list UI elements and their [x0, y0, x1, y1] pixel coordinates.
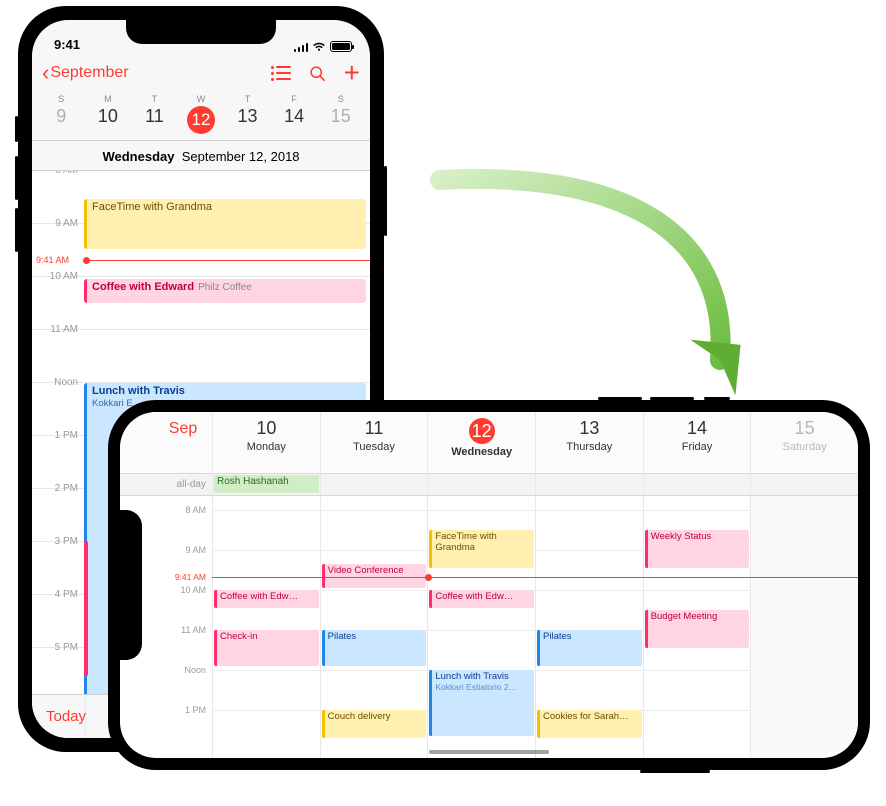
day-col-wed-today[interactable]: 12Wednesday [427, 412, 535, 473]
day-col-fri[interactable]: 14Friday [643, 412, 751, 473]
col-thu[interactable]: Pilates Cookies for Sarah… [535, 496, 643, 758]
event-mon-coffee[interactable]: Coffee with Edw… [214, 590, 319, 608]
list-view-button[interactable] [271, 66, 291, 80]
allday-label: all-day [154, 474, 212, 495]
nav-bar: ‹ September + [32, 54, 370, 92]
event-pink-marker[interactable] [84, 541, 88, 676]
battery-icon [330, 41, 352, 52]
event-tue-pilates[interactable]: Pilates [322, 630, 427, 666]
rotation-arrow-icon [420, 160, 760, 420]
week-header: S9 M10 T11 W12 T13 F14 S15 [32, 92, 370, 141]
add-event-button[interactable]: + [344, 66, 360, 80]
cellular-icon [294, 42, 309, 52]
day-col-mon[interactable]: 10Monday [212, 412, 320, 473]
day-wed-today[interactable]: W12 [178, 94, 225, 134]
col-mon[interactable]: Coffee with Edw… Check-in [212, 496, 320, 758]
now-dot-landscape-icon [425, 574, 432, 581]
search-button[interactable] [309, 65, 326, 82]
back-label: September [50, 64, 128, 82]
now-dot-icon [83, 257, 90, 264]
iphone-landscape: Sep 10Monday 11Tuesday 12Wednesday 13Thu… [108, 400, 870, 770]
selected-date-line: Wednesday September 12, 2018 [32, 141, 370, 171]
col-tue[interactable]: Video Conference Pilates Couch delivery [320, 496, 428, 758]
event-tue-couch[interactable]: Couch delivery [322, 710, 427, 738]
col-wed[interactable]: FaceTime with Grandma Coffee with Edw… L… [427, 496, 535, 758]
chevron-left-icon: ‹ [42, 62, 49, 84]
event-facetime[interactable]: FaceTime with Grandma [84, 199, 366, 249]
week-grid[interactable]: 8 AM 9 AM 10 AM 11 AM Noon 1 PM 9:41 AM [120, 496, 858, 758]
week-header-landscape: Sep 10Monday 11Tuesday 12Wednesday 13Thu… [120, 412, 858, 474]
home-indicator-landscape[interactable] [429, 750, 549, 754]
now-label-landscape: 9:41 AM [173, 572, 208, 582]
status-time: 9:41 [54, 37, 80, 52]
day-sun[interactable]: S9 [38, 94, 85, 134]
today-button[interactable]: Today [46, 708, 86, 725]
day-sat[interactable]: S15 [317, 94, 364, 134]
event-wed-lunch[interactable]: Lunch with Travis Kokkari Estiatorio 2… [429, 670, 534, 736]
event-rosh-hashanah[interactable]: Rosh Hashanah [214, 475, 319, 493]
event-wed-facetime[interactable]: FaceTime with Grandma [429, 530, 534, 568]
col-fri[interactable]: Weekly Status Budget Meeting [643, 496, 751, 758]
now-label: 9:41 AM [32, 255, 69, 265]
day-col-tue[interactable]: 11Tuesday [320, 412, 428, 473]
day-thu[interactable]: T13 [224, 94, 271, 134]
event-tue-video[interactable]: Video Conference [322, 564, 427, 588]
day-tue[interactable]: T11 [131, 94, 178, 134]
event-thu-cookies[interactable]: Cookies for Sarah… [537, 710, 642, 738]
col-sat[interactable] [750, 496, 858, 758]
allday-row: all-day Rosh Hashanah [120, 474, 858, 496]
month-label[interactable]: Sep [154, 412, 212, 473]
back-button[interactable]: ‹ September [42, 62, 129, 84]
wifi-icon [312, 42, 326, 52]
event-thu-pilates[interactable]: Pilates [537, 630, 642, 666]
day-col-thu[interactable]: 13Thursday [535, 412, 643, 473]
day-mon[interactable]: M10 [85, 94, 132, 134]
event-mon-checkin[interactable]: Check-in [214, 630, 319, 666]
event-fri-weekly[interactable]: Weekly Status [645, 530, 750, 568]
event-coffee[interactable]: Coffee with EdwardPhilz Coffee [84, 279, 366, 303]
now-line [84, 260, 370, 261]
event-wed-coffee[interactable]: Coffee with Edw… [429, 590, 534, 608]
event-fri-budget[interactable]: Budget Meeting [645, 610, 750, 648]
now-line-landscape [212, 577, 858, 578]
time-gutter: 8 AM 9 AM 10 AM 11 AM Noon 1 PM 9:41 AM [154, 496, 212, 758]
day-fri[interactable]: F14 [271, 94, 318, 134]
day-col-sat[interactable]: 15Saturday [750, 412, 858, 473]
